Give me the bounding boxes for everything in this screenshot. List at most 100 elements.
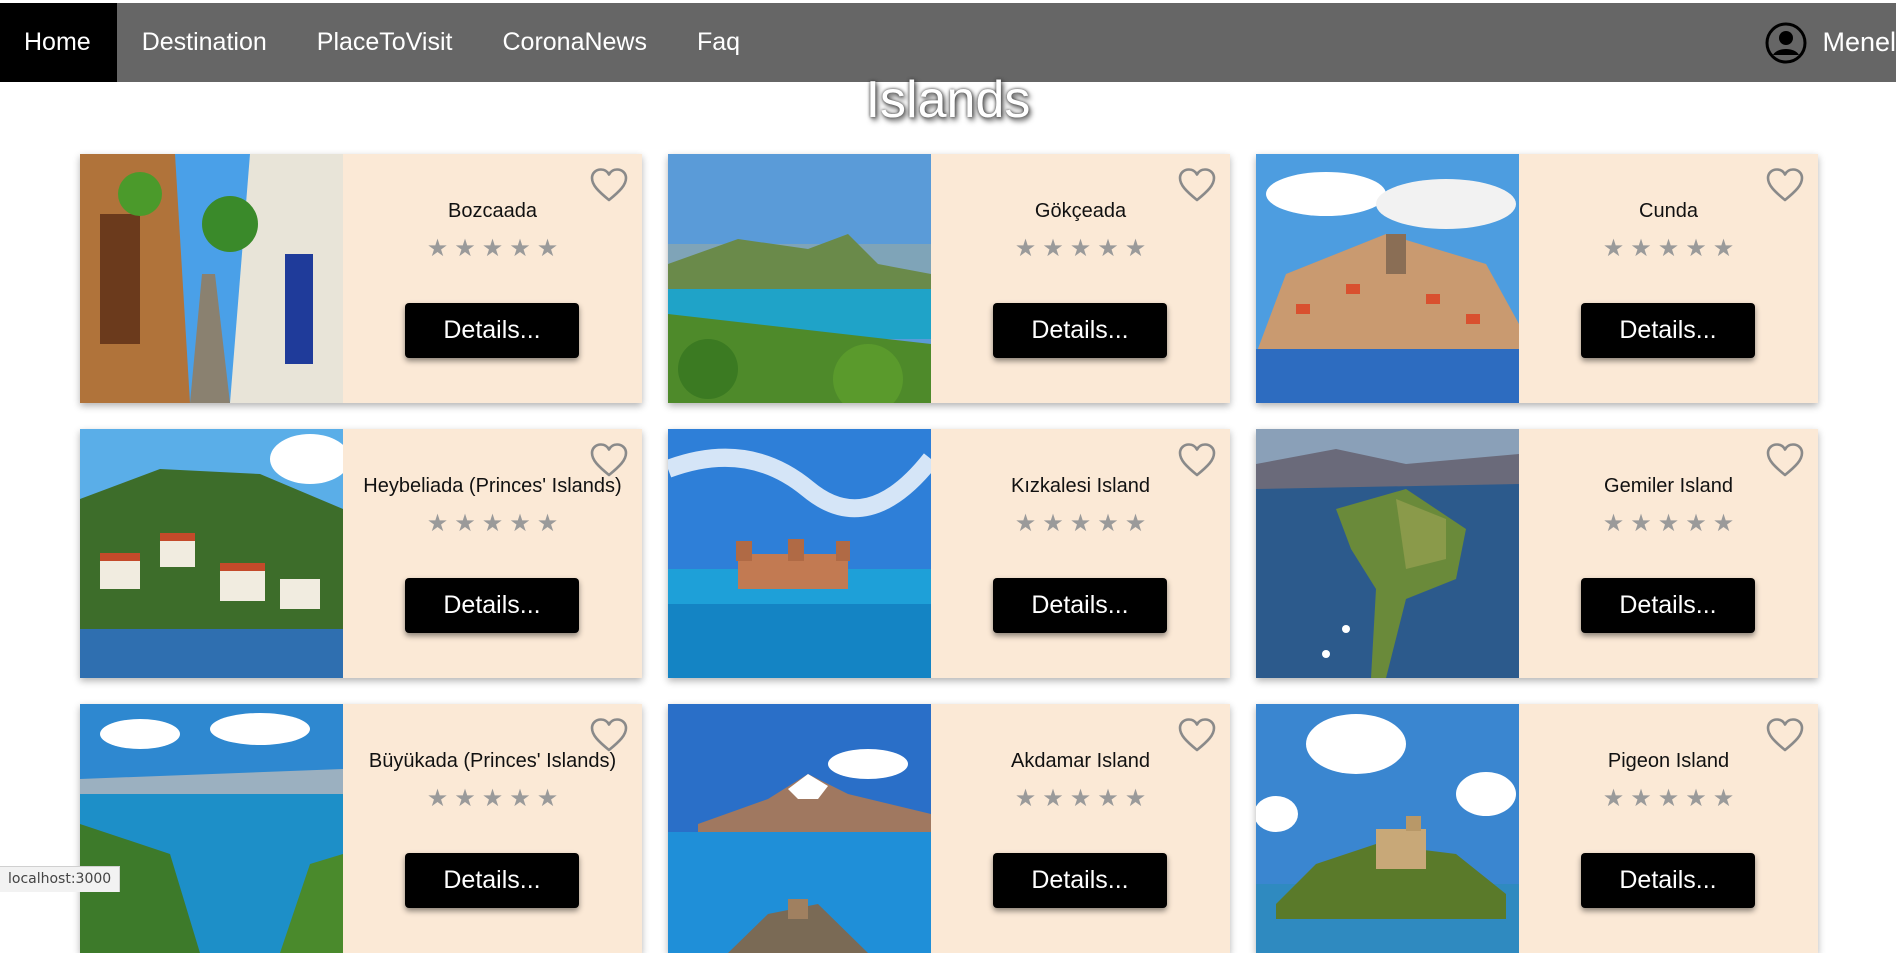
island-photo <box>1256 154 1519 403</box>
star-icon[interactable]: ★ <box>1685 786 1707 812</box>
star-icon[interactable]: ★ <box>1603 786 1625 812</box>
island-card: Bozcaada ★ ★ ★ ★ ★ Details... <box>80 154 642 403</box>
star-icon[interactable]: ★ <box>1015 236 1037 262</box>
star-icon[interactable]: ★ <box>1630 236 1652 262</box>
heart-icon[interactable] <box>589 717 629 753</box>
star-icon[interactable]: ★ <box>1097 511 1119 537</box>
star-icon[interactable]: ★ <box>1125 786 1147 812</box>
island-photo <box>1256 704 1519 953</box>
card-body: Akdamar Island ★ ★ ★ ★ ★ Details... <box>931 704 1230 953</box>
island-photo <box>668 429 931 678</box>
card-body: Heybeliada (Princes' Islands) ★ ★ ★ ★ ★ Deta… <box>343 429 642 678</box>
star-icon[interactable]: ★ <box>1097 786 1119 812</box>
star-icon[interactable]: ★ <box>1097 236 1119 262</box>
star-icon[interactable]: ★ <box>509 236 531 262</box>
star-icon[interactable]: ★ <box>1125 511 1147 537</box>
star-rating[interactable]: ★ ★ ★ ★ ★ <box>931 511 1230 537</box>
star-icon[interactable]: ★ <box>1070 511 1092 537</box>
star-rating[interactable]: ★ ★ ★ ★ ★ <box>1519 786 1818 812</box>
island-card: Heybeliada (Princes' Islands) ★ ★ ★ ★ ★ Deta… <box>80 429 642 678</box>
star-rating[interactable]: ★ ★ ★ ★ ★ <box>931 786 1230 812</box>
star-icon[interactable]: ★ <box>1713 511 1735 537</box>
star-icon[interactable]: ★ <box>1042 786 1064 812</box>
star-icon[interactable]: ★ <box>1603 236 1625 262</box>
star-rating[interactable]: ★ ★ ★ ★ ★ <box>931 236 1230 262</box>
details-button[interactable]: Details... <box>1581 578 1755 633</box>
heart-icon[interactable] <box>1177 717 1217 753</box>
star-icon[interactable]: ★ <box>1125 236 1147 262</box>
island-card: Büyükada (Princes' Islands) ★ ★ ★ ★ ★ Detail… <box>80 704 642 953</box>
star-icon[interactable]: ★ <box>1658 236 1680 262</box>
card-body: Pigeon Island ★ ★ ★ ★ ★ Details... <box>1519 704 1818 953</box>
star-icon[interactable]: ★ <box>482 236 504 262</box>
star-icon[interactable]: ★ <box>509 511 531 537</box>
island-photo <box>80 429 343 678</box>
star-icon[interactable]: ★ <box>1685 236 1707 262</box>
island-photo <box>668 154 931 403</box>
details-button[interactable]: Details... <box>405 578 579 633</box>
star-icon[interactable]: ★ <box>482 511 504 537</box>
details-button[interactable]: Details... <box>1581 853 1755 908</box>
star-icon[interactable]: ★ <box>1603 511 1625 537</box>
island-photo <box>1256 429 1519 678</box>
island-card: Cunda ★ ★ ★ ★ ★ Details... <box>1256 154 1818 403</box>
card-body: Cunda ★ ★ ★ ★ ★ Details... <box>1519 154 1818 403</box>
details-button[interactable]: Details... <box>993 578 1167 633</box>
island-photo <box>80 154 343 403</box>
star-icon[interactable]: ★ <box>427 786 449 812</box>
star-icon[interactable]: ★ <box>1630 786 1652 812</box>
heart-icon[interactable] <box>1765 167 1805 203</box>
star-icon[interactable]: ★ <box>1685 511 1707 537</box>
island-photo <box>80 704 343 953</box>
star-icon[interactable]: ★ <box>454 786 476 812</box>
star-icon[interactable]: ★ <box>537 786 559 812</box>
star-icon[interactable]: ★ <box>1015 786 1037 812</box>
star-rating[interactable]: ★ ★ ★ ★ ★ <box>1519 511 1818 537</box>
star-icon[interactable]: ★ <box>1070 786 1092 812</box>
star-rating[interactable]: ★ ★ ★ ★ ★ <box>343 786 642 812</box>
star-icon[interactable]: ★ <box>1658 786 1680 812</box>
star-rating[interactable]: ★ ★ ★ ★ ★ <box>343 236 642 262</box>
heart-icon[interactable] <box>1765 717 1805 753</box>
star-icon[interactable]: ★ <box>1658 511 1680 537</box>
island-card: Gökçeada ★ ★ ★ ★ ★ Details... <box>668 154 1230 403</box>
island-card: Gemiler Island ★ ★ ★ ★ ★ Details... <box>1256 429 1818 678</box>
card-body: Gökçeada ★ ★ ★ ★ ★ Details... <box>931 154 1230 403</box>
heart-icon[interactable] <box>589 167 629 203</box>
star-rating[interactable]: ★ ★ ★ ★ ★ <box>1519 236 1818 262</box>
islands-grid: Bozcaada ★ ★ ★ ★ ★ Details... Gökçeada ★ ★ ★ ★ ★… <box>80 154 1818 953</box>
star-icon[interactable]: ★ <box>454 236 476 262</box>
star-icon[interactable]: ★ <box>454 511 476 537</box>
star-icon[interactable]: ★ <box>509 786 531 812</box>
user-name: Menel <box>1822 27 1896 57</box>
star-icon[interactable]: ★ <box>482 786 504 812</box>
star-icon[interactable]: ★ <box>1070 236 1092 262</box>
island-photo <box>668 704 931 953</box>
star-icon[interactable]: ★ <box>1630 511 1652 537</box>
heart-icon[interactable] <box>1177 167 1217 203</box>
heart-icon[interactable] <box>589 442 629 478</box>
user-circle-icon <box>1765 22 1807 63</box>
star-rating[interactable]: ★ ★ ★ ★ ★ <box>343 511 642 537</box>
details-button[interactable]: Details... <box>993 303 1167 358</box>
card-body: Büyükada (Princes' Islands) ★ ★ ★ ★ ★ Detail… <box>343 704 642 953</box>
details-button[interactable]: Details... <box>1581 303 1755 358</box>
details-button[interactable]: Details... <box>405 303 579 358</box>
star-icon[interactable]: ★ <box>1042 236 1064 262</box>
star-icon[interactable]: ★ <box>1713 236 1735 262</box>
star-icon[interactable]: ★ <box>427 236 449 262</box>
card-body: Bozcaada ★ ★ ★ ★ ★ Details... <box>343 154 642 403</box>
island-card: Akdamar Island ★ ★ ★ ★ ★ Details... <box>668 704 1230 953</box>
star-icon[interactable]: ★ <box>427 511 449 537</box>
page-title: Islands <box>865 71 1031 129</box>
star-icon[interactable]: ★ <box>1015 511 1037 537</box>
heart-icon[interactable] <box>1765 442 1805 478</box>
heart-icon[interactable] <box>1177 442 1217 478</box>
details-button[interactable]: Details... <box>405 853 579 908</box>
star-icon[interactable]: ★ <box>1713 786 1735 812</box>
details-button[interactable]: Details... <box>993 853 1167 908</box>
star-icon[interactable]: ★ <box>1042 511 1064 537</box>
star-icon[interactable]: ★ <box>537 236 559 262</box>
star-icon[interactable]: ★ <box>537 511 559 537</box>
island-card: Kızkalesi Island ★ ★ ★ ★ ★ Details... <box>668 429 1230 678</box>
